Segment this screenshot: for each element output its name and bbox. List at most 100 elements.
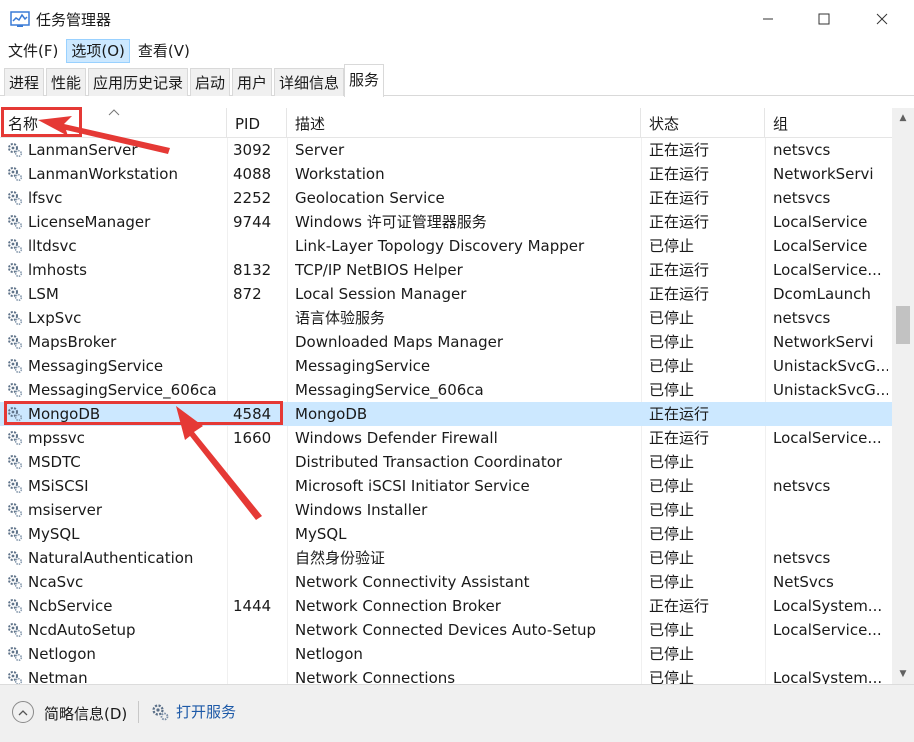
menu-view[interactable]: 查看(V) [134, 39, 194, 63]
table-row[interactable]: MSDTC Distributed Transaction Coordinator… [0, 450, 892, 474]
minimize-button[interactable] [740, 0, 796, 38]
service-gear-icon [6, 285, 24, 303]
column-header-status[interactable]: 状态 [641, 108, 765, 138]
service-description-cell: Downloaded Maps Manager [295, 333, 504, 351]
scroll-down-icon[interactable]: ▼ [892, 664, 914, 684]
service-gear-icon [6, 213, 24, 231]
menu-file[interactable]: 文件(F) [4, 39, 62, 63]
service-description-cell: Network Connectivity Assistant [295, 573, 530, 591]
scrollbar-thumb[interactable] [896, 306, 910, 344]
service-group-cell [773, 498, 888, 522]
service-status-cell: 已停止 [649, 645, 695, 663]
table-row[interactable]: MessagingService_606ca MessagingService_6… [0, 378, 892, 402]
close-icon [876, 13, 888, 25]
table-row[interactable]: MySQL MySQL 已停止 [0, 522, 892, 546]
service-status-cell: 已停止 [649, 501, 695, 519]
service-pid-cell: 9744 [233, 213, 272, 231]
service-name-cell: Netman [28, 669, 88, 684]
service-pid-cell [233, 234, 285, 258]
service-name-cell: LicenseManager [28, 213, 151, 231]
service-description-cell: Workstation [295, 165, 385, 183]
service-name-cell: MessagingService [28, 357, 164, 375]
table-row[interactable]: MessagingService MessagingService 已停止 Unist… [0, 354, 892, 378]
service-pid-cell: 3092 [233, 141, 272, 159]
service-pid-cell: 1444 [233, 597, 272, 615]
service-pid-cell [233, 498, 285, 522]
service-status-cell: 正在运行 [649, 261, 710, 279]
column-header-description[interactable]: 描述 [287, 108, 641, 138]
vertical-scrollbar[interactable]: ▲ ▼ [892, 108, 914, 684]
service-status-cell: 已停止 [649, 333, 695, 351]
table-row[interactable]: LSM 872 Local Session Manager 正在运行 DcomLaunc… [0, 282, 892, 306]
service-gear-icon [6, 597, 24, 615]
open-services-link[interactable]: 打开服务 [150, 701, 236, 722]
service-pid-cell [233, 666, 285, 684]
service-description-cell: Network Connection Broker [295, 597, 501, 615]
service-group-cell: netsvcs [773, 189, 831, 207]
service-description-cell: Link-Layer Topology Discovery Mapper [295, 237, 585, 255]
table-row[interactable]: mpssvc 1660 Windows Defender Firewall 正在运行 L… [0, 426, 892, 450]
close-button[interactable] [854, 0, 910, 38]
service-status-cell: 已停止 [649, 381, 695, 399]
tab-processes[interactable]: 进程 [4, 68, 45, 96]
service-group-cell: LocalService [773, 237, 868, 255]
service-gear-icon [6, 525, 24, 543]
column-header-group[interactable]: 组 [765, 108, 892, 138]
service-description-cell: Server [295, 141, 345, 159]
table-row[interactable]: LanmanServer 3092 Server 正在运行 netsvcs [0, 138, 892, 162]
service-gear-icon [6, 141, 24, 159]
service-name-cell: NaturalAuthentication [28, 549, 194, 567]
service-name-cell: lmhosts [28, 261, 87, 279]
annotation-box-mongodb-row [4, 401, 283, 425]
scroll-up-icon[interactable]: ▲ [892, 108, 914, 128]
service-pid-cell: 872 [233, 285, 262, 303]
service-gear-icon [6, 669, 24, 684]
column-header-row: 名称 PID 描述 状态 组 [0, 108, 892, 138]
service-description-cell: 语言体验服务 [295, 309, 386, 327]
table-row[interactable]: lmhosts 8132 TCP/IP NetBIOS Helper 正在运行 Loca… [0, 258, 892, 282]
table-row[interactable]: MSiSCSI Microsoft iSCSI Initiator Service… [0, 474, 892, 498]
table-row[interactable]: NcbService 1444 Network Connection Broker 正… [0, 594, 892, 618]
service-pid-cell [233, 378, 285, 402]
service-status-cell: 正在运行 [649, 213, 710, 231]
tab-performance[interactable]: 性能 [46, 68, 87, 96]
collapse-details-label[interactable]: 简略信息(D) [44, 703, 127, 724]
tab-startup[interactable]: 启动 [190, 68, 231, 96]
table-row[interactable]: LanmanWorkstation 4088 Workstation 正在运行 Netw… [0, 162, 892, 186]
menu-options[interactable]: 选项(O) [66, 39, 130, 63]
table-row[interactable]: msiserver Windows Installer 已停止 [0, 498, 892, 522]
collapse-details-button[interactable] [12, 701, 34, 723]
service-gear-icon [6, 573, 24, 591]
service-group-cell: DcomLaunch [773, 285, 871, 303]
tab-app-history[interactable]: 应用历史记录 [88, 68, 189, 96]
table-row[interactable]: lltdsvc Link-Layer Topology Discovery Map… [0, 234, 892, 258]
tab-users[interactable]: 用户 [232, 68, 273, 96]
service-status-cell: 已停止 [649, 669, 695, 684]
tab-services[interactable]: 服务 [344, 64, 385, 97]
table-row[interactable]: Netlogon Netlogon 已停止 [0, 642, 892, 666]
service-status-cell: 正在运行 [649, 189, 710, 207]
table-row[interactable]: LicenseManager 9744 Windows 许可证管理器服务 正在运行 Lo… [0, 210, 892, 234]
maximize-button[interactable] [796, 0, 852, 38]
table-row[interactable]: NcaSvc Network Connectivity Assistant 已停止 N… [0, 570, 892, 594]
table-row[interactable]: LxpSvc 语言体验服务 已停止 netsvcs [0, 306, 892, 330]
service-description-cell: Microsoft iSCSI Initiator Service [295, 477, 530, 495]
service-pid-cell [233, 618, 285, 642]
open-services-label[interactable]: 打开服务 [176, 701, 236, 722]
tab-details[interactable]: 详细信息 [274, 68, 345, 96]
table-row[interactable]: Netman Network Connections 已停止 LocalSystem.… [0, 666, 892, 684]
service-name-cell: MSDTC [28, 453, 81, 471]
table-row[interactable]: NaturalAuthentication 自然身份验证 已停止 netsvcs [0, 546, 892, 570]
chevron-up-icon [18, 709, 28, 715]
service-group-cell: LocalSystem... [773, 597, 883, 615]
service-group-cell [773, 522, 888, 546]
table-row[interactable]: lfsvc 2252 Geolocation Service 正在运行 netsvcs [0, 186, 892, 210]
service-description-cell: TCP/IP NetBIOS Helper [295, 261, 463, 279]
service-pid-cell [233, 450, 285, 474]
service-status-cell: 已停止 [649, 573, 695, 591]
table-row[interactable]: MapsBroker Downloaded Maps Manager 已停止 Netw… [0, 330, 892, 354]
column-header-pid[interactable]: PID [227, 108, 287, 138]
service-description-cell: Local Session Manager [295, 285, 467, 303]
table-row[interactable]: NcdAutoSetup Network Connected Devices Au… [0, 618, 892, 642]
service-group-cell: LocalService... [773, 429, 882, 447]
